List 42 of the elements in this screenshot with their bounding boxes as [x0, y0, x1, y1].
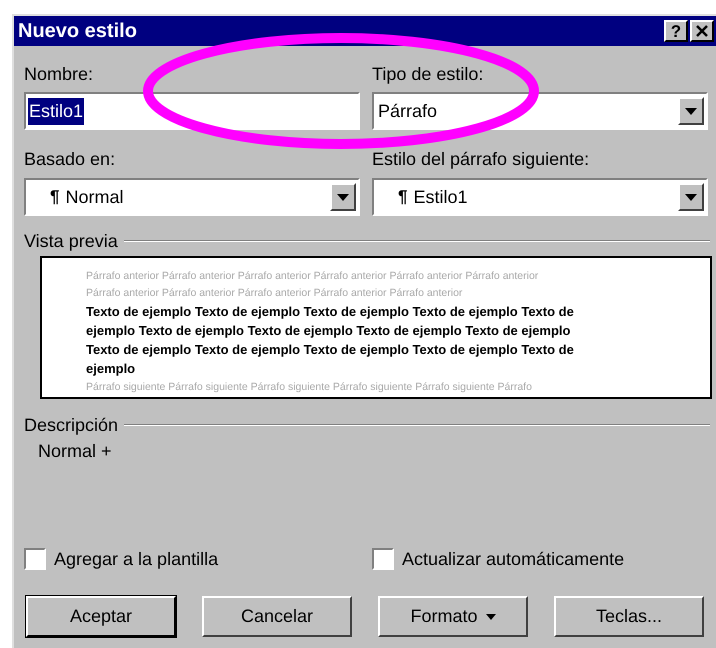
next-style-combo[interactable]: ¶ Estilo1	[372, 178, 708, 216]
window-title: Nuevo estilo	[18, 19, 138, 44]
based-on-combo[interactable]: ¶ Normal	[24, 178, 360, 216]
description-text: Normal +	[38, 440, 112, 462]
sample-text: ejemplo Texto de ejemplo Texto de ejemplo Texto de ejemplo Texto de ejemplo	[86, 322, 572, 340]
caret-icon	[486, 614, 496, 620]
dropdown-button[interactable]	[330, 183, 356, 211]
dropdown-button[interactable]	[678, 183, 704, 211]
combo-value: Normal	[65, 186, 124, 208]
down-arrow-icon	[685, 108, 697, 114]
name-field[interactable]: Estilo1	[24, 92, 360, 130]
checkbox[interactable]	[372, 548, 394, 570]
dialog-button[interactable]: Teclas...	[554, 596, 704, 637]
sample-text: Texto de ejemplo Texto de ejemplo Texto de ejemplo Texto de ejemplo Texto de	[86, 341, 575, 359]
close-icon	[695, 25, 709, 37]
dropdown-button[interactable]	[678, 97, 704, 125]
help-button[interactable]: ?	[664, 20, 688, 42]
style-type-combo[interactable]: Párrafo	[372, 92, 708, 130]
field-label: Estilo del párrafo siguiente:	[372, 149, 590, 169]
paragraph-mark-icon: ¶	[50, 184, 60, 210]
down-arrow-icon	[685, 194, 697, 200]
preview-text: Párrafo anterior Párrafo anterior Párrafo anterior Párrafo anterior Párrafo anterior	[86, 286, 464, 301]
down-arrow-icon	[337, 194, 349, 200]
menu-button[interactable]: Formato	[378, 596, 528, 637]
preview-text: Párrafo anterior Párrafo anterior Párrafo anterior Párrafo anterior Párrafo anterior Párrafo anterior	[86, 269, 540, 284]
checkbox-label: Actualizar automáticamente	[402, 548, 624, 570]
combo-value: Párrafo	[378, 100, 438, 122]
preview-text: Párrafo siguiente Párrafo siguiente Párrafo siguiente Párrafo siguiente Párrafo siguiente Párrafo	[86, 380, 533, 395]
close-button[interactable]	[690, 20, 714, 42]
field-label: Nombre:	[24, 63, 94, 86]
field-label: Basado en:	[24, 149, 116, 169]
dialog-button[interactable]: Aceptar	[26, 596, 176, 637]
group-label: Descripción	[24, 414, 118, 436]
field-label: Tipo de estilo:	[372, 63, 484, 86]
dialog-button[interactable]: Cancelar	[202, 596, 352, 637]
checkbox-label: Agregar a la plantilla	[54, 548, 218, 570]
sample-text: Texto de ejemplo Texto de ejemplo Texto de ejemplo Texto de ejemplo Texto de	[86, 303, 575, 321]
paragraph-mark-icon: ¶	[398, 184, 408, 210]
sample-text: ejemplo	[86, 360, 136, 378]
group-label: Vista previa	[24, 230, 118, 252]
combo-value: Estilo1	[413, 186, 468, 208]
checkbox[interactable]	[24, 548, 46, 570]
